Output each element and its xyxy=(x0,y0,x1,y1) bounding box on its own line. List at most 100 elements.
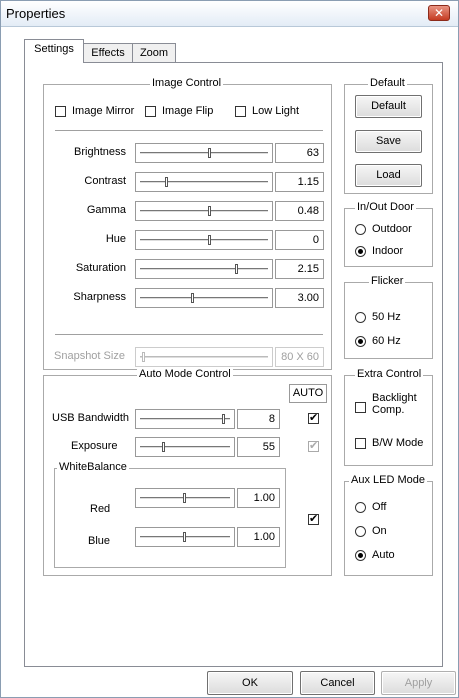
white-balance-group: WhiteBalance Red 1.00 Blue 1.00 xyxy=(54,461,286,568)
auto-mode-control-title: Auto Mode Control xyxy=(137,368,233,380)
in-out-door-group: In/Out Door Outdoor Indoor xyxy=(344,201,433,267)
wb-red-slider[interactable] xyxy=(135,488,235,508)
default-group: Default Default Save Load xyxy=(344,77,433,194)
indoor-radio[interactable] xyxy=(355,246,366,257)
slider-track xyxy=(140,152,268,154)
low-light-checkbox[interactable] xyxy=(235,106,246,117)
indoor-label: Indoor xyxy=(372,245,404,257)
wb-red-label: Red xyxy=(90,503,111,515)
aux-led-mode-group: Aux LED Mode Off On Auto xyxy=(344,474,433,576)
image-mirror-label: Image Mirror xyxy=(72,105,135,117)
tab-settings[interactable]: Settings xyxy=(24,39,84,63)
snapshot-size-label: Snapshot Size xyxy=(54,350,125,362)
hue-slider[interactable] xyxy=(135,230,273,250)
low-light-label: Low Light xyxy=(252,105,300,117)
wb-blue-label: Blue xyxy=(88,535,111,547)
image-flip-checkbox[interactable] xyxy=(145,106,156,117)
brightness-slider[interactable] xyxy=(135,143,273,163)
slider-thumb[interactable] xyxy=(183,493,186,503)
load-button[interactable]: Load xyxy=(355,164,422,187)
gamma-value: 0.48 xyxy=(275,201,324,221)
in-out-door-title: In/Out Door xyxy=(355,201,416,213)
sharpness-label: Sharpness xyxy=(73,291,126,303)
exposure-slider[interactable] xyxy=(135,437,235,457)
contrast-label: Contrast xyxy=(84,175,126,187)
exposure-label: Exposure xyxy=(71,440,118,452)
bw-mode-checkbox[interactable] xyxy=(355,438,366,449)
auto-header: AUTO xyxy=(289,384,327,403)
settings-panel: Image Control Image Mirror Image Flip Lo… xyxy=(24,62,443,667)
save-button[interactable]: Save xyxy=(355,130,422,153)
saturation-slider[interactable] xyxy=(135,259,273,279)
slider-thumb[interactable] xyxy=(208,235,212,245)
bw-mode-label: B/W Mode xyxy=(372,437,424,449)
separator xyxy=(55,130,323,132)
exposure-value: 55 xyxy=(237,437,280,457)
slider-track xyxy=(140,181,268,183)
slider-thumb[interactable] xyxy=(208,148,212,158)
sharpness-slider[interactable] xyxy=(135,288,273,308)
slider-track xyxy=(140,297,268,299)
title-bar: Properties ✕ xyxy=(1,1,458,27)
aux-led-off-radio[interactable] xyxy=(355,502,366,513)
aux-led-on-radio[interactable] xyxy=(355,526,366,537)
slider-thumb[interactable] xyxy=(183,532,186,542)
slider-thumb[interactable] xyxy=(190,293,194,303)
tab-effects[interactable]: Effects xyxy=(83,43,133,62)
default-button[interactable]: Default xyxy=(355,95,422,118)
saturation-value: 2.15 xyxy=(275,259,324,279)
aux-led-auto-label: Auto xyxy=(372,549,395,561)
exposure-auto-checkbox[interactable] xyxy=(308,439,319,452)
60hz-radio[interactable] xyxy=(355,336,366,347)
ok-button[interactable]: OK xyxy=(207,671,293,695)
brightness-label: Brightness xyxy=(74,146,126,158)
tab-zoom[interactable]: Zoom xyxy=(132,43,176,62)
default-group-title: Default xyxy=(368,77,407,89)
extra-control-title: Extra Control xyxy=(355,368,424,380)
aux-led-on-label: On xyxy=(372,525,387,537)
backlight-label-line1: Backlight xyxy=(372,392,417,404)
apply-button[interactable]: Apply xyxy=(381,671,456,695)
flicker-group: Flicker 50 Hz 60 Hz xyxy=(344,275,433,359)
hue-value: 0 xyxy=(275,230,324,250)
cancel-button[interactable]: Cancel xyxy=(300,671,375,695)
slider-thumb[interactable] xyxy=(221,414,225,424)
brightness-value: 63 xyxy=(275,143,324,163)
snapshot-size-slider[interactable] xyxy=(135,347,273,367)
usb-bandwidth-auto-checkbox[interactable] xyxy=(308,411,319,424)
separator xyxy=(55,334,323,336)
auto-mode-control-group: Auto Mode Control AUTO USB Bandwidth 8 E… xyxy=(43,368,332,576)
slider-thumb[interactable] xyxy=(164,177,168,187)
slider-thumb[interactable] xyxy=(161,442,165,452)
sharpness-value: 3.00 xyxy=(275,288,324,308)
outdoor-label: Outdoor xyxy=(372,223,412,235)
outdoor-radio[interactable] xyxy=(355,224,366,235)
close-icon[interactable]: ✕ xyxy=(428,5,450,21)
slider-track xyxy=(140,356,268,358)
usb-bandwidth-value: 8 xyxy=(237,409,280,429)
usb-bandwidth-label: USB Bandwidth xyxy=(52,412,130,424)
flicker-title: Flicker xyxy=(369,275,406,287)
hue-label: Hue xyxy=(105,233,126,245)
contrast-slider[interactable] xyxy=(135,172,273,192)
slider-thumb[interactable] xyxy=(142,352,146,362)
white-balance-auto-checkbox[interactable] xyxy=(308,512,319,525)
slider-thumb[interactable] xyxy=(208,206,212,216)
image-flip-label: Image Flip xyxy=(162,105,214,117)
image-mirror-checkbox[interactable] xyxy=(55,106,66,117)
image-control-group: Image Control Image Mirror Image Flip Lo… xyxy=(43,77,332,370)
slider-thumb[interactable] xyxy=(235,264,239,274)
usb-bandwidth-slider[interactable] xyxy=(135,409,235,429)
aux-led-auto-radio[interactable] xyxy=(355,550,366,561)
backlight-label-line2: Comp. xyxy=(372,404,405,416)
backlight-comp-checkbox[interactable] xyxy=(355,402,366,413)
slider-track xyxy=(140,418,230,420)
60hz-label: 60 Hz xyxy=(372,335,401,347)
50hz-radio[interactable] xyxy=(355,312,366,323)
contrast-value: 1.15 xyxy=(275,172,324,192)
slider-track xyxy=(140,446,230,448)
gamma-slider[interactable] xyxy=(135,201,273,221)
aux-led-off-label: Off xyxy=(372,501,387,513)
slider-track xyxy=(140,210,268,212)
wb-blue-slider[interactable] xyxy=(135,527,235,547)
